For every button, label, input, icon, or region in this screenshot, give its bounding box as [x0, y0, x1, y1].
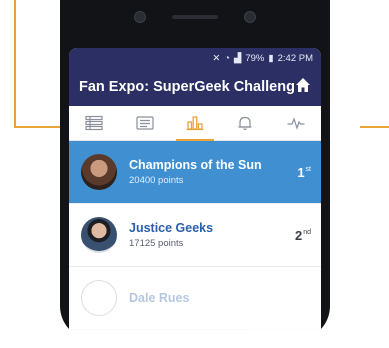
tab-list[interactable]	[69, 106, 119, 140]
team-name: Dale Rues	[129, 291, 190, 305]
front-camera	[134, 11, 146, 23]
home-button[interactable]	[295, 77, 311, 98]
phone-frame: ✕ ◔ ▟ 79% ▮ 2:42 PM Fan Expo: SuperGeek …	[60, 0, 330, 348]
front-sensor	[244, 11, 256, 23]
callout-line	[360, 126, 389, 128]
wifi-icon: ◔	[224, 52, 231, 64]
team-name: Champions of the Sun	[129, 158, 262, 172]
tab-activity[interactable]	[271, 106, 321, 140]
earpiece-speaker	[172, 15, 218, 19]
callout-line	[14, 0, 16, 128]
mute-icon: ✕	[212, 52, 221, 64]
leaderboard-icon	[186, 116, 204, 131]
avatar	[81, 217, 117, 253]
leaderboard-row[interactable]: Justice Geeks 17125 points 2nd	[69, 204, 321, 267]
phone-top-bezel	[60, 0, 330, 34]
home-icon	[296, 77, 310, 92]
bottom-fade	[69, 308, 321, 348]
rank-number: 1	[297, 164, 305, 180]
tab-notifications[interactable]	[220, 106, 270, 140]
avatar	[81, 154, 117, 190]
battery-percent: 79%	[245, 52, 265, 64]
tab-leaderboard[interactable]	[170, 106, 220, 141]
rank-suffix: st	[305, 166, 311, 174]
status-bar: ✕ ◔ ▟ 79% ▮ 2:42 PM	[69, 48, 321, 68]
rank-badge: 2nd	[295, 228, 311, 243]
team-points: 17125 points	[129, 238, 184, 249]
app-title: Fan Expo: SuperGeek Challeng...	[79, 79, 295, 95]
team-points: 20400 points	[129, 175, 184, 186]
clock: 2:42 PM	[277, 52, 313, 64]
bell-icon	[238, 116, 252, 131]
tab-bar	[69, 106, 321, 141]
leaderboard-row[interactable]: Champions of the Sun 20400 points 1st	[69, 141, 321, 204]
battery-icon: ▮	[268, 52, 274, 64]
rank-number: 2	[294, 227, 303, 243]
app-bar: Fan Expo: SuperGeek Challeng...	[69, 68, 321, 106]
team-name: Justice Geeks	[129, 221, 214, 235]
phone-screen: ✕ ◔ ▟ 79% ▮ 2:42 PM Fan Expo: SuperGeek …	[69, 48, 321, 348]
newspaper-icon	[135, 116, 154, 130]
tab-news[interactable]	[120, 106, 170, 140]
list-icon	[85, 115, 103, 131]
signal-icon: ▟	[234, 52, 242, 64]
rank-badge: 1st	[297, 165, 311, 180]
rank-suffix: nd	[303, 229, 311, 237]
activity-icon	[287, 117, 305, 130]
